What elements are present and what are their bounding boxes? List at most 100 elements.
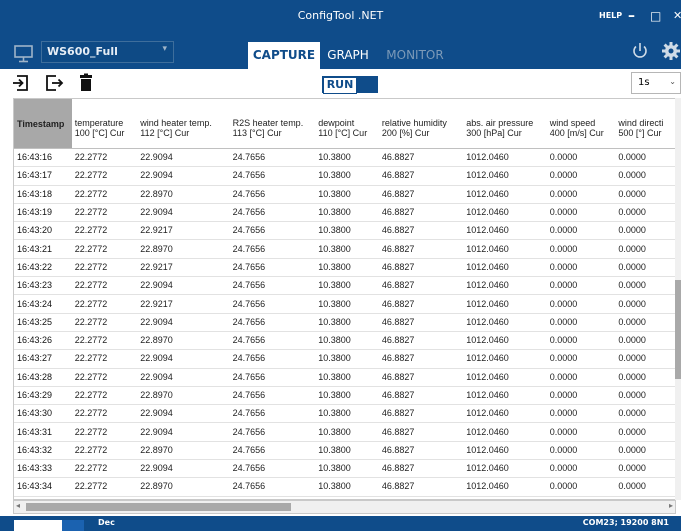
- table-row[interactable]: 16:43:33 22.2772 22.9094 24.7656 10.3800 46.8…: [14, 459, 675, 479]
- table-cell: 0.0000: [546, 239, 616, 259]
- table-cell: 1012.0460: [463, 441, 547, 461]
- table-cell: 0.0000: [546, 185, 616, 204]
- table-cell: 10.3800: [315, 422, 379, 442]
- monitor-icon[interactable]: [13, 44, 35, 64]
- column-header[interactable]: relative humidity 200 [%] Cur: [378, 99, 464, 149]
- tab-capture[interactable]: CAPTURE: [248, 42, 320, 69]
- column-header-name: wind directi: [618, 118, 664, 128]
- table-cell: 0.0000: [615, 166, 675, 186]
- status-indicator: [14, 520, 62, 531]
- table-cell: 0.0000: [546, 441, 616, 461]
- vertical-scrollbar[interactable]: [675, 98, 681, 500]
- interval-value: 1s: [638, 77, 650, 88]
- table-cell: 0.0000: [546, 258, 616, 278]
- table-cell: 0.0000: [546, 148, 616, 168]
- help-button[interactable]: HELP: [599, 11, 622, 20]
- table-cell: 46.8827: [378, 313, 464, 332]
- table-cell: 24.7656: [229, 185, 316, 204]
- close-button[interactable]: ✕: [673, 6, 681, 26]
- table-row[interactable]: 16:43:30 22.2772 22.9094 24.7656 10.3800 46.8…: [14, 404, 675, 424]
- column-header[interactable]: wind speed 400 [m/s] Cur: [546, 99, 616, 149]
- table-cell: 16:43:32: [14, 441, 72, 461]
- table-row[interactable]: 16:43:29 22.2772 22.8970 24.7656 10.3800 46.8…: [14, 386, 675, 406]
- table-cell: 0.0000: [615, 203, 675, 223]
- column-header-name: relative humidity: [381, 118, 447, 128]
- table-cell: 10.3800: [315, 404, 379, 424]
- table-cell: 10.3800: [315, 331, 379, 351]
- table-cell: 0.0000: [615, 276, 675, 296]
- table-cell: 46.8827: [378, 221, 464, 241]
- column-header-unit: 200 [%] Cur: [381, 128, 430, 138]
- table-row[interactable]: 16:43:32 22.2772 22.8970 24.7656 10.3800 46.8…: [14, 441, 675, 461]
- table-cell: 46.8827: [378, 294, 464, 314]
- table-cell: 16:43:27: [14, 349, 72, 369]
- column-header[interactable]: temperature 100 [°C] Cur: [71, 99, 138, 149]
- port-settings: COM23; 19200 8N1: [582, 518, 669, 527]
- table-cell: 10.3800: [315, 386, 379, 406]
- table-cell: 10.3800: [315, 221, 379, 241]
- table-cell: 10.3800: [315, 477, 379, 497]
- column-header[interactable]: wind directi 500 [°] Cur: [615, 99, 675, 149]
- table-row[interactable]: 16:43:22 22.2772 22.9217 24.7656 10.3800 46.8…: [14, 258, 675, 278]
- column-header-name: wind speed: [549, 118, 596, 128]
- table-row[interactable]: 16:43:27 22.2772 22.9094 24.7656 10.3800 46.8…: [14, 349, 675, 369]
- column-header[interactable]: Timestamp: [14, 99, 72, 149]
- table-row[interactable]: 16:43:31 22.2772 22.9094 24.7656 10.3800 46.8…: [14, 422, 675, 442]
- table-cell: 22.9094: [137, 368, 230, 387]
- table-cell: 24.7656: [229, 422, 316, 442]
- trash-icon[interactable]: [78, 73, 94, 93]
- import-icon[interactable]: [11, 73, 31, 93]
- table-row[interactable]: 16:43:28 22.2772 22.9094 24.7656 10.3800 46.8…: [14, 368, 675, 387]
- column-header[interactable]: dewpoint 110 [°C] Cur: [315, 99, 379, 149]
- device-select[interactable]: WS600_Full ▾: [41, 41, 174, 63]
- table-cell: 46.8827: [378, 349, 464, 369]
- table-cell: 46.8827: [378, 166, 464, 186]
- column-header[interactable]: R2S heater temp. 113 [°C] Cur: [229, 99, 316, 149]
- table-cell: 22.8970: [137, 239, 230, 259]
- table-row[interactable]: 16:43:24 22.2772 22.9217 24.7656 10.3800 46.8…: [14, 294, 675, 314]
- run-toggle[interactable]: RUN: [322, 76, 378, 94]
- vertical-scroll-thumb[interactable]: [675, 280, 681, 379]
- table-row[interactable]: 16:43:23 22.2772 22.9094 24.7656 10.3800 46.8…: [14, 276, 675, 296]
- table-row[interactable]: 16:43:34 22.2772 22.8970 24.7656 10.3800 46.8…: [14, 477, 675, 497]
- table-cell: 0.0000: [546, 368, 616, 387]
- table-cell: 0.0000: [546, 331, 616, 351]
- column-header[interactable]: wind heater temp. 112 [°C] Cur: [137, 99, 230, 149]
- interval-select[interactable]: 1s ⌄: [631, 72, 681, 94]
- power-icon[interactable]: [630, 41, 650, 61]
- table-row[interactable]: 16:43:19 22.2772 22.9094 24.7656 10.3800 46.8…: [14, 203, 675, 223]
- table-row[interactable]: 16:43:26 22.2772 22.8970 24.7656 10.3800 46.8…: [14, 331, 675, 351]
- table-cell: 10.3800: [315, 276, 379, 296]
- minimize-button[interactable]: –: [628, 6, 635, 26]
- horizontal-scroll-thumb[interactable]: [26, 503, 291, 511]
- table-cell: 22.8970: [137, 185, 230, 204]
- table-cell: 10.3800: [315, 203, 379, 223]
- table-row[interactable]: 16:43:17 22.2772 22.9094 24.7656 10.3800 46.8…: [14, 166, 675, 186]
- column-header[interactable]: abs. air pressure 300 [hPa] Cur: [463, 99, 547, 149]
- table-cell: 46.8827: [378, 258, 464, 278]
- table-cell: 16:43:33: [14, 459, 72, 479]
- table-cell: 10.3800: [315, 166, 379, 186]
- tab-monitor[interactable]: MONITOR: [384, 42, 446, 69]
- export-icon[interactable]: [44, 73, 64, 93]
- table-row[interactable]: 16:43:21 22.2772 22.8970 24.7656 10.3800 46.8…: [14, 239, 675, 259]
- table-row[interactable]: 16:43:16 22.2772 22.9094 24.7656 10.3800 46.8…: [14, 148, 675, 168]
- table-cell: 22.2772: [71, 166, 138, 186]
- maximize-button[interactable]: □: [650, 6, 661, 26]
- table-cell: 16:43:23: [14, 276, 72, 296]
- horizontal-scrollbar[interactable]: ◂ ▸: [13, 500, 676, 514]
- table-row[interactable]: 16:43:25 22.2772 22.9094 24.7656 10.3800 46.8…: [14, 313, 675, 332]
- scroll-left-arrow-icon[interactable]: ◂: [16, 501, 20, 510]
- table-cell: 0.0000: [546, 404, 616, 424]
- table-cell: 0.0000: [615, 258, 675, 278]
- table-row[interactable]: 16:43:20 22.2772 22.9217 24.7656 10.3800 46.8…: [14, 221, 675, 241]
- table-row[interactable]: 16:43:18 22.2772 22.8970 24.7656 10.3800 46.8…: [14, 185, 675, 204]
- scroll-right-arrow-icon[interactable]: ▸: [669, 501, 673, 510]
- table-cell: 22.2772: [71, 331, 138, 351]
- table-cell: 24.7656: [229, 459, 316, 479]
- settings-gear-icon[interactable]: [661, 41, 681, 61]
- tab-graph[interactable]: GRAPH: [321, 42, 375, 69]
- table-cell: 46.8827: [378, 239, 464, 259]
- column-header-unit: 110 [°C] Cur: [318, 128, 368, 138]
- capture-table: Timestamp temperature 100 [°C] Cur wind hea…: [13, 98, 676, 500]
